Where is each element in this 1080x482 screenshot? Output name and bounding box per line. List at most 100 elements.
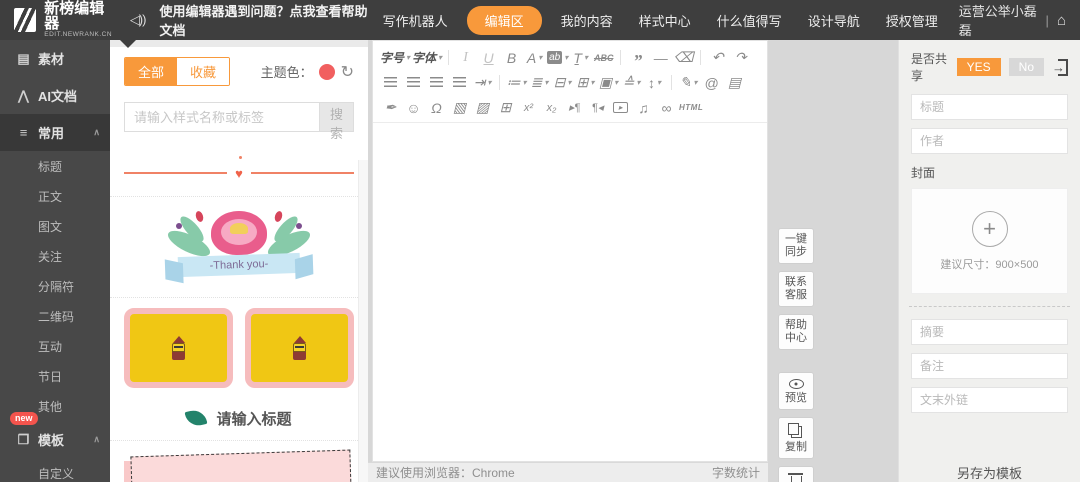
sidebar-item-title[interactable]: 标题 bbox=[0, 151, 110, 181]
nav-item-style-center[interactable]: 样式中心 bbox=[626, 7, 704, 34]
underline-icon[interactable]: U▾ bbox=[478, 47, 499, 68]
help-center-button[interactable]: 帮助中心 bbox=[778, 314, 814, 350]
app-logo[interactable]: 新榜编辑器 EDIT.NEWRANK.CN bbox=[14, 1, 114, 39]
insert-table-icon[interactable]: ⊞▾ bbox=[495, 97, 516, 118]
search-replace-icon[interactable]: @▾ bbox=[701, 72, 722, 93]
ltr-icon[interactable]: ▸¶▾ bbox=[564, 97, 585, 118]
username[interactable]: 运营公举小磊磊 bbox=[959, 1, 1038, 39]
highlight-color-icon[interactable]: ab▾ bbox=[547, 47, 568, 68]
sidebar-item-common[interactable]: ≡ 常用 ∧ bbox=[0, 114, 110, 151]
special-char-icon[interactable]: Ω▾ bbox=[426, 97, 447, 118]
word-count-link[interactable]: 字数统计 bbox=[712, 464, 760, 481]
line-height-icon[interactable]: ↕▾ bbox=[644, 72, 665, 93]
preview-button[interactable]: 预览 bbox=[778, 372, 814, 410]
editor-canvas[interactable] bbox=[373, 123, 767, 461]
html-source-icon[interactable]: HTML▾ bbox=[679, 97, 703, 118]
outlink-input[interactable] bbox=[911, 387, 1068, 413]
bold-icon[interactable]: B▾ bbox=[501, 47, 522, 68]
emoji-icon[interactable]: ☺▾ bbox=[403, 97, 424, 118]
blockquote-icon[interactable]: ”▾ bbox=[627, 47, 648, 68]
text-block-icon[interactable]: ▣▾ bbox=[598, 72, 619, 93]
note-input[interactable] bbox=[911, 353, 1068, 379]
sidebar-item-template[interactable]: new ❐ 模板 ∧ bbox=[0, 421, 110, 458]
nav-item-design-nav[interactable]: 设计导航 bbox=[795, 7, 873, 34]
summary-input[interactable] bbox=[911, 319, 1068, 345]
rtl-icon[interactable]: ¶◂▾ bbox=[587, 97, 608, 118]
ordered-list-icon[interactable]: ≔▾ bbox=[506, 72, 527, 93]
sidebar-item-divider[interactable]: 分隔符 bbox=[0, 271, 110, 301]
sidebar-item-body[interactable]: 正文 bbox=[0, 181, 110, 211]
sync-button[interactable]: 一键同步 bbox=[778, 228, 814, 264]
nav-item-my-content[interactable]: 我的内容 bbox=[548, 7, 626, 34]
align-center-icon[interactable]: ▾ bbox=[403, 72, 424, 93]
indent-icon[interactable]: ⇥▾ bbox=[472, 72, 493, 93]
superscript-icon[interactable]: x²▾ bbox=[518, 97, 539, 118]
insert-video-icon[interactable]: ▸▾ bbox=[610, 97, 631, 118]
upload-image-icon[interactable]: ▨▾ bbox=[472, 97, 493, 118]
share-no-button[interactable]: No bbox=[1009, 58, 1044, 76]
home-icon[interactable]: ⌂ bbox=[1057, 12, 1066, 29]
help-notice-link[interactable]: 使用编辑器遇到问题？点我查看帮助文档 bbox=[159, 1, 369, 39]
align-justify-icon[interactable]: ▾ bbox=[449, 72, 470, 93]
insert-link-icon[interactable]: ∞▾ bbox=[656, 97, 677, 118]
font-size-dropdown[interactable]: 字号▾ bbox=[380, 47, 410, 68]
theme-reset-icon[interactable]: ↻ bbox=[341, 62, 354, 82]
article-title-input[interactable] bbox=[911, 94, 1068, 120]
align-right-icon[interactable]: ▾ bbox=[426, 72, 447, 93]
sidebar-item-follow[interactable]: 关注 bbox=[0, 241, 110, 271]
undo-icon[interactable]: ↶▾ bbox=[707, 47, 728, 68]
strikethrough-icon[interactable]: ABC▾ bbox=[593, 47, 614, 68]
template-heart-divider[interactable]: ♥ bbox=[124, 150, 354, 196]
paragraph-spacing-icon[interactable]: ≙▾ bbox=[621, 72, 642, 93]
clear-format-icon[interactable]: ⌫▾ bbox=[673, 47, 694, 68]
sidebar-item-custom[interactable]: 自定义 bbox=[0, 458, 110, 482]
save-as-template-link[interactable]: 另存为模板 bbox=[911, 463, 1068, 482]
sidebar-item-image-text[interactable]: 图文 bbox=[0, 211, 110, 241]
share-yes-button[interactable]: YES bbox=[957, 58, 1001, 76]
template-pink-dashed-box[interactable] bbox=[124, 449, 354, 482]
insert-music-icon[interactable]: ♫▾ bbox=[633, 97, 654, 118]
sidebar-item-qrcode[interactable]: 二维码 bbox=[0, 301, 110, 331]
sidebar-item-festival[interactable]: 节日 bbox=[0, 361, 110, 391]
horizontal-rule-icon[interactable]: —▾ bbox=[650, 47, 671, 68]
subscript-icon[interactable]: x₂▾ bbox=[541, 97, 562, 118]
contact-support-button[interactable]: 联系客服 bbox=[778, 271, 814, 307]
clear-button[interactable]: 清空 bbox=[778, 466, 814, 482]
word-spacing-icon[interactable]: ⊞▾ bbox=[575, 72, 596, 93]
word-import-icon[interactable]: ▤▾ bbox=[724, 72, 745, 93]
insert-image-icon[interactable]: ▧▾ bbox=[449, 97, 470, 118]
template-thank-you[interactable]: -Thank you- bbox=[124, 197, 354, 297]
format-wand-icon[interactable]: ✎▾ bbox=[678, 72, 699, 93]
style-search-input[interactable] bbox=[124, 102, 319, 132]
sidebar-item-material[interactable]: ▤ 素材 bbox=[0, 40, 110, 77]
search-button[interactable]: 搜 索 bbox=[319, 102, 354, 132]
sidebar-item-interact[interactable]: 互动 bbox=[0, 331, 110, 361]
nav-item-editor-area[interactable]: 编辑区 bbox=[467, 6, 542, 35]
tab-favorites[interactable]: 收藏 bbox=[177, 58, 229, 85]
font-color-icon[interactable]: A▾ bbox=[524, 47, 545, 68]
article-author-input[interactable] bbox=[911, 128, 1068, 154]
format-painter-icon[interactable]: ✒▾ bbox=[380, 97, 401, 118]
nav-item-worth-writing[interactable]: 什么值得写 bbox=[704, 7, 795, 34]
announcement-speaker-icon[interactable]: ◁)) bbox=[130, 12, 146, 28]
row-spacing-icon[interactable]: ⊟▾ bbox=[552, 72, 573, 93]
sidebar-item-label: 节日 bbox=[38, 368, 62, 385]
font-family-dropdown[interactable]: 字体▾ bbox=[412, 47, 442, 68]
text-style-icon[interactable]: Ṯ▾ bbox=[570, 47, 591, 68]
unordered-list-icon[interactable]: ≣▾ bbox=[529, 72, 550, 93]
cover-upload-area[interactable]: + 建议尺寸：900×500 bbox=[911, 188, 1068, 294]
panel-scrollbar[interactable] bbox=[358, 160, 368, 482]
collapse-panel-icon[interactable]: → bbox=[1052, 59, 1068, 76]
theme-color-swatch[interactable] bbox=[319, 64, 335, 80]
template-yellow-cards[interactable] bbox=[124, 308, 354, 388]
align-left-icon[interactable]: ▾ bbox=[380, 72, 401, 93]
tab-all[interactable]: 全部 bbox=[125, 58, 177, 85]
chevron-up-icon: ∧ bbox=[93, 434, 100, 445]
nav-item-writing-robot[interactable]: 写作机器人 bbox=[370, 7, 461, 34]
copy-button[interactable]: 复制 bbox=[778, 417, 814, 459]
nav-item-auth-manage[interactable]: 授权管理 bbox=[873, 7, 951, 34]
italic-icon[interactable]: I▾ bbox=[455, 47, 476, 68]
template-leaf-title[interactable]: 请输入标题 bbox=[124, 396, 354, 440]
redo-icon[interactable]: ↷▾ bbox=[730, 47, 751, 68]
sidebar-item-ai-docs[interactable]: ⋀ AI文档 bbox=[0, 77, 110, 114]
